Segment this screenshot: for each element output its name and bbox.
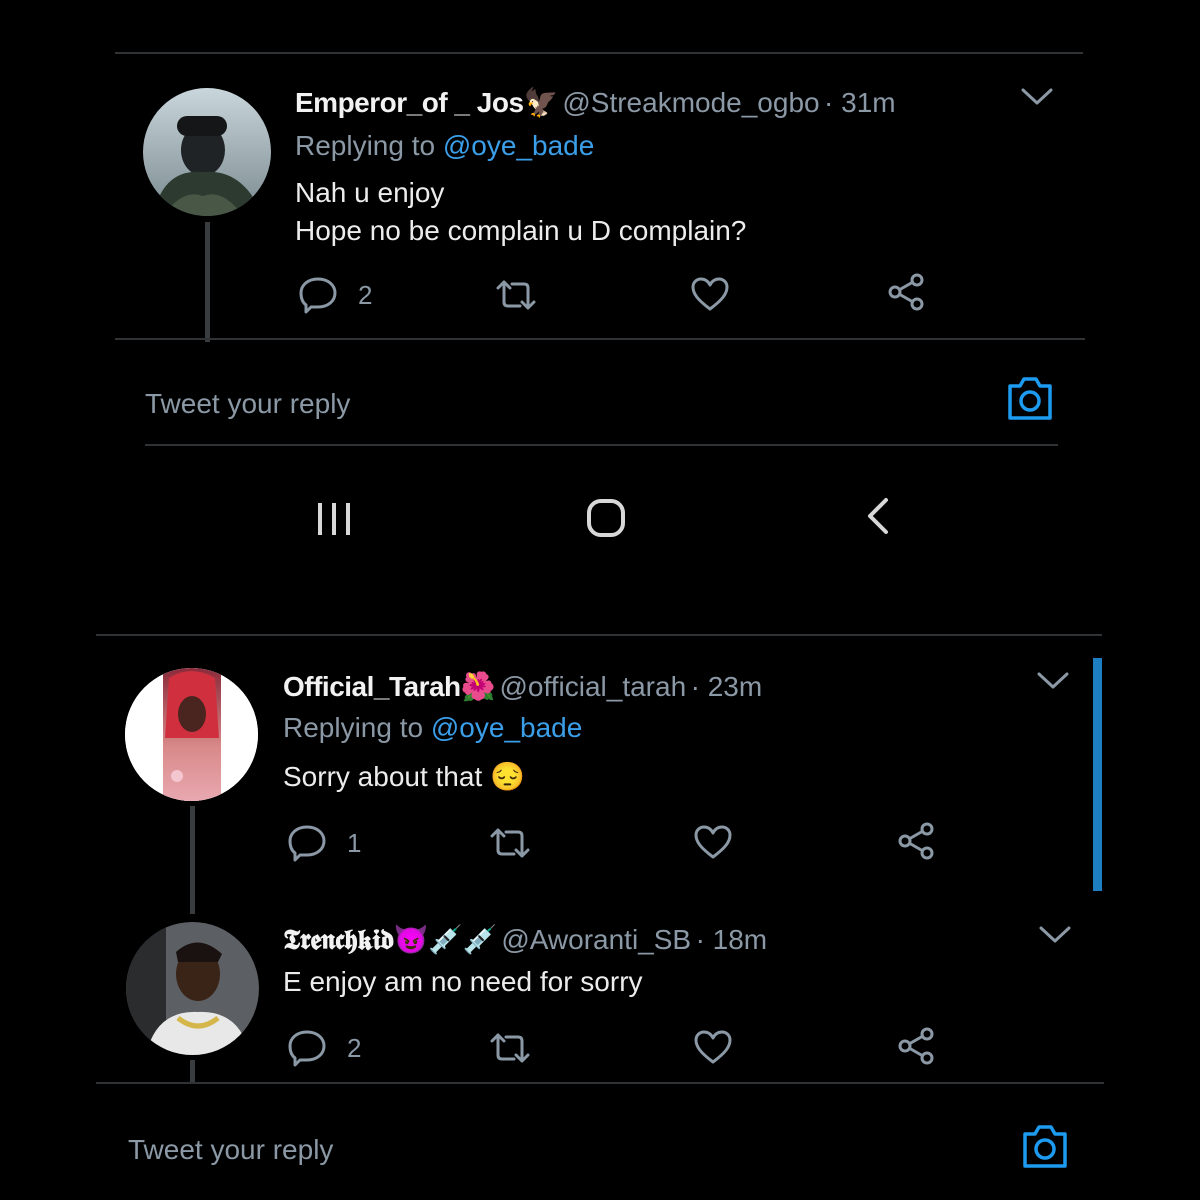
tweet-text: E enjoy am no need for sorry xyxy=(283,963,643,1001)
scrollbar[interactable] xyxy=(1093,658,1102,891)
recent-apps-icon[interactable] xyxy=(315,500,355,538)
thread-line xyxy=(205,222,210,342)
like-button[interactable] xyxy=(693,824,733,860)
retweet-icon xyxy=(490,1033,530,1063)
retweet-button[interactable] xyxy=(488,826,532,860)
thread-line xyxy=(190,1060,195,1084)
retweet-button[interactable] xyxy=(488,1031,532,1065)
reply-input[interactable]: Tweet your reply xyxy=(145,388,350,420)
display-name[interactable]: Official_Tarah🌺 xyxy=(283,671,496,702)
reply-count: 2 xyxy=(347,1032,362,1063)
user-handle[interactable]: @Streakmode_ogbo xyxy=(562,87,819,118)
like-icon xyxy=(694,1030,732,1064)
camera-icon[interactable] xyxy=(1020,1122,1070,1170)
retweet-icon xyxy=(496,280,536,310)
chevron-down-icon[interactable] xyxy=(1020,86,1054,108)
camera-icon[interactable] xyxy=(1005,374,1055,422)
share-button[interactable] xyxy=(886,273,926,311)
share-button[interactable] xyxy=(896,1027,936,1065)
tweet-header: 𝕿𝖗𝖊𝖓𝖈𝖍𝖐𝖎𝖉😈💉💉 @Aworanti_SB · 18m xyxy=(283,923,767,957)
like-icon xyxy=(694,825,732,859)
tweet-text-line: Hope no be complain u D complain? xyxy=(295,215,747,246)
avatar-image xyxy=(125,668,258,801)
divider xyxy=(96,634,1102,636)
thread-line xyxy=(190,806,195,914)
reply-button[interactable]: 1 xyxy=(287,824,361,862)
tweet-header: Emperor_of _ Jos🦅 @Streakmode_ogbo · 31m xyxy=(295,86,896,119)
reply-icon xyxy=(299,277,337,314)
reply-count: 1 xyxy=(347,827,362,858)
avatar-image xyxy=(126,922,259,1055)
back-icon[interactable] xyxy=(862,496,892,536)
share-button[interactable] xyxy=(896,822,936,860)
display-name[interactable]: Emperor_of _ Jos🦅 xyxy=(295,87,558,118)
like-button[interactable] xyxy=(693,1029,733,1065)
divider xyxy=(115,52,1083,54)
avatar[interactable] xyxy=(125,668,258,801)
retweet-button[interactable] xyxy=(494,278,538,312)
replying-label: Replying to xyxy=(283,712,424,743)
reply-icon xyxy=(288,1030,326,1067)
home-icon[interactable] xyxy=(585,497,627,539)
share-icon xyxy=(898,822,934,860)
tweet-text: Nah u enjoy Hope no be complain u D comp… xyxy=(295,174,746,250)
reply-button[interactable]: 2 xyxy=(287,1029,361,1067)
divider xyxy=(96,1082,1104,1084)
avatar[interactable] xyxy=(143,88,271,216)
share-icon xyxy=(888,273,924,311)
replying-to: Replying to @oye_bade xyxy=(295,130,594,162)
mention-link[interactable]: @oye_bade xyxy=(443,130,594,161)
avatar-image xyxy=(143,88,271,216)
divider xyxy=(115,338,1085,340)
mention-link[interactable]: @oye_bade xyxy=(431,712,582,743)
chevron-down-icon[interactable] xyxy=(1036,670,1070,692)
reply-input[interactable]: Tweet your reply xyxy=(128,1134,333,1166)
like-button[interactable] xyxy=(690,276,730,312)
tweet-text-line: E enjoy am no need for sorry xyxy=(283,966,643,997)
share-icon xyxy=(898,1027,934,1065)
user-handle[interactable]: @official_tarah xyxy=(499,671,686,702)
tweet-text-line: Sorry about that 😔 xyxy=(283,761,525,792)
timestamp: · 23m xyxy=(690,671,763,702)
reply-button[interactable]: 2 xyxy=(298,276,372,314)
user-handle[interactable]: @Aworanti_SB xyxy=(501,924,691,955)
replying-label: Replying to xyxy=(295,130,436,161)
timestamp: · 18m xyxy=(695,924,768,955)
reply-icon xyxy=(288,825,326,862)
chevron-down-icon[interactable] xyxy=(1038,924,1072,946)
tweet-text-line: Nah u enjoy xyxy=(295,177,445,208)
retweet-icon xyxy=(490,828,530,858)
divider xyxy=(145,444,1058,446)
reply-count: 2 xyxy=(358,279,373,310)
like-icon xyxy=(691,277,729,311)
timestamp: · 31m xyxy=(824,87,896,118)
tweet-header: Official_Tarah🌺 @official_tarah · 23m xyxy=(283,670,762,703)
display-name[interactable]: 𝕿𝖗𝖊𝖓𝖈𝖍𝖐𝖎𝖉😈💉💉 xyxy=(283,924,497,955)
replying-to: Replying to @oye_bade xyxy=(283,712,582,744)
avatar[interactable] xyxy=(126,922,259,1055)
tweet-text: Sorry about that 😔 xyxy=(283,758,525,796)
